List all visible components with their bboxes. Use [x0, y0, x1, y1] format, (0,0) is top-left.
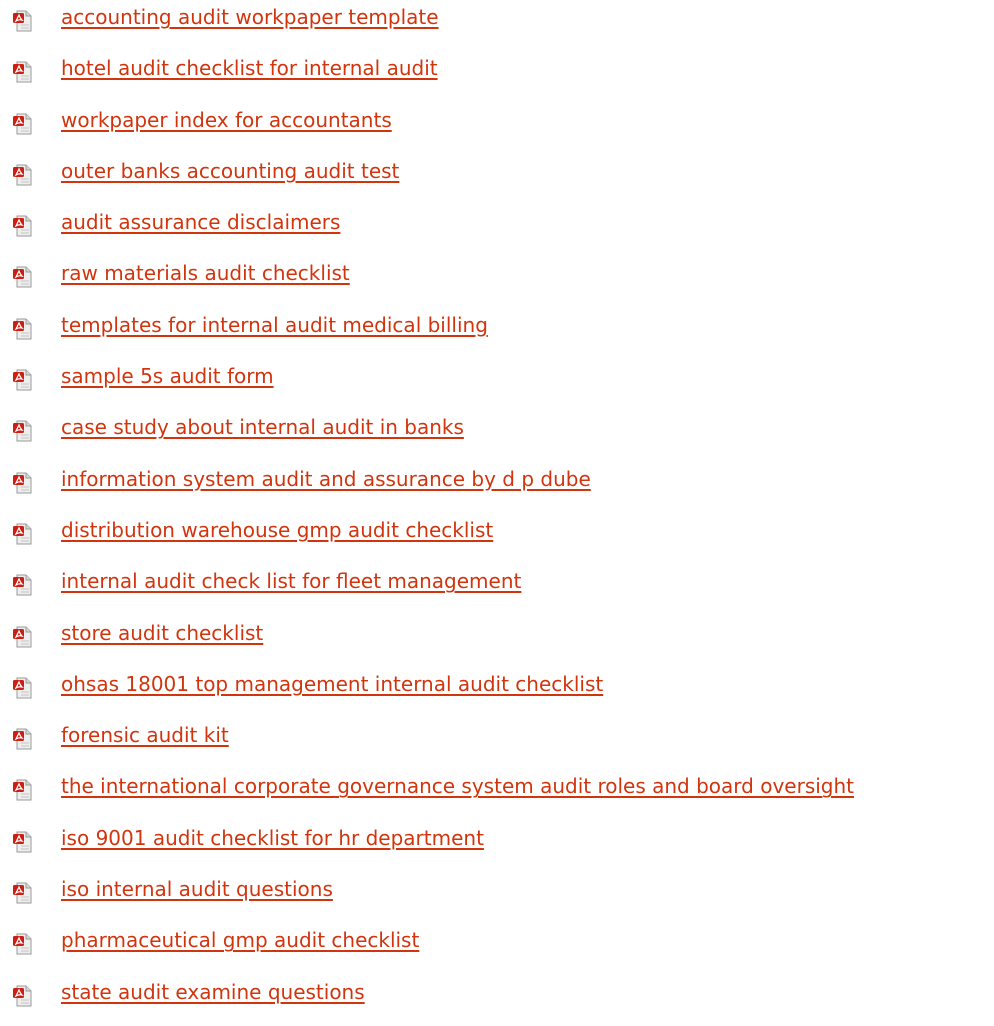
- list-item: workpaper index for accountants: [10, 103, 994, 154]
- pdf-file-icon: [12, 369, 34, 391]
- document-link[interactable]: hotel audit checklist for internal audit: [61, 54, 438, 82]
- list-item: raw materials audit checklist: [10, 256, 994, 307]
- pdf-file-icon: [12, 61, 34, 83]
- pdf-file-icon: [12, 933, 34, 955]
- document-link[interactable]: audit assurance disclaimers: [61, 208, 340, 236]
- list-item: accounting audit workpaper template: [10, 0, 994, 51]
- document-link[interactable]: templates for internal audit medical bil…: [61, 311, 488, 339]
- list-item: case study about internal audit in banks: [10, 410, 994, 461]
- document-link[interactable]: distribution warehouse gmp audit checkli…: [61, 516, 493, 544]
- pdf-file-icon: [12, 10, 34, 32]
- list-item: hotel audit checklist for internal audit: [10, 51, 994, 102]
- pdf-file-icon: [12, 523, 34, 545]
- document-link[interactable]: ohsas 18001 top management internal audi…: [61, 670, 603, 698]
- list-item: outer banks accounting audit test: [10, 154, 994, 205]
- list-item: iso 9001 audit checklist for hr departme…: [10, 821, 994, 872]
- document-link[interactable]: pharmaceutical gmp audit checklist: [61, 926, 419, 954]
- pdf-file-icon: [12, 164, 34, 186]
- pdf-file-icon: [12, 882, 34, 904]
- list-item: sample 5s audit form: [10, 359, 994, 410]
- list-item: templates for internal audit medical bil…: [10, 308, 994, 359]
- pdf-file-icon: [12, 779, 34, 801]
- list-item: iso internal audit questions: [10, 872, 994, 923]
- pdf-file-icon: [12, 985, 34, 1007]
- pdf-file-icon: [12, 113, 34, 135]
- document-link[interactable]: store audit checklist: [61, 619, 263, 647]
- list-item: the international corporate governance s…: [10, 769, 994, 820]
- list-item: distribution warehouse gmp audit checkli…: [10, 513, 994, 564]
- pdf-file-icon: [12, 215, 34, 237]
- pdf-file-icon: [12, 831, 34, 853]
- list-item: internal audit check list for fleet mana…: [10, 564, 994, 615]
- document-link[interactable]: the international corporate governance s…: [61, 772, 854, 800]
- document-link[interactable]: workpaper index for accountants: [61, 106, 392, 134]
- list-item: pharmaceutical gmp audit checklist: [10, 923, 994, 974]
- pdf-file-icon: [12, 728, 34, 750]
- list-item: forensic audit kit: [10, 718, 994, 769]
- document-link[interactable]: information system audit and assurance b…: [61, 465, 591, 493]
- pdf-file-icon: [12, 626, 34, 648]
- pdf-file-icon: [12, 318, 34, 340]
- document-link[interactable]: forensic audit kit: [61, 721, 229, 749]
- list-item: store audit checklist: [10, 616, 994, 667]
- document-link[interactable]: raw materials audit checklist: [61, 259, 350, 287]
- pdf-file-icon: [12, 420, 34, 442]
- document-link[interactable]: internal audit check list for fleet mana…: [61, 567, 521, 595]
- list-item: audit assurance disclaimers: [10, 205, 994, 256]
- document-link[interactable]: sample 5s audit form: [61, 362, 274, 390]
- list-item: ohsas 18001 top management internal audi…: [10, 667, 994, 718]
- list-item: information system audit and assurance b…: [10, 462, 994, 513]
- document-link[interactable]: accounting audit workpaper template: [61, 3, 439, 31]
- document-link[interactable]: iso 9001 audit checklist for hr departme…: [61, 824, 484, 852]
- pdf-file-icon: [12, 677, 34, 699]
- document-link[interactable]: case study about internal audit in banks: [61, 413, 464, 441]
- pdf-file-icon: [12, 266, 34, 288]
- pdf-file-icon: [12, 574, 34, 596]
- pdf-file-icon: [12, 472, 34, 494]
- list-item: state audit examine questions: [10, 975, 994, 1026]
- document-link[interactable]: iso internal audit questions: [61, 875, 333, 903]
- document-link-list: accounting audit workpaper template hote…: [10, 0, 994, 1026]
- document-link[interactable]: state audit examine questions: [61, 978, 365, 1006]
- document-link[interactable]: outer banks accounting audit test: [61, 157, 399, 185]
